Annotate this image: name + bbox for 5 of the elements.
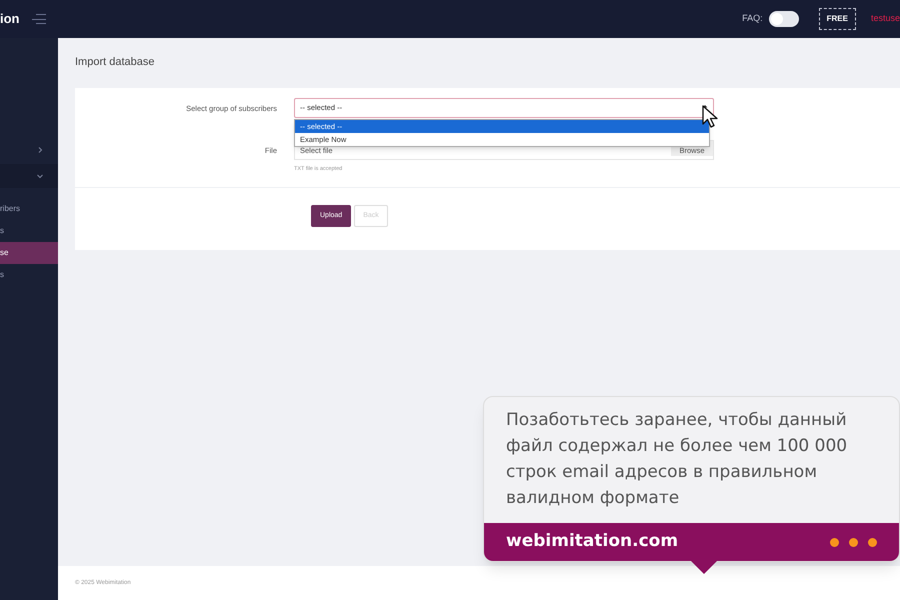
faq-label: FAQ: [742, 12, 763, 26]
page-title: Import database [75, 55, 156, 70]
site-name: webimitation.com [506, 530, 680, 554]
callout-text: Позаботьтесь заранее, чтобы данный файл содержал не более чем 100 000 строк email адресов в правильном валидном формате [505, 409, 848, 510]
plan-badge: FREE [818, 8, 856, 30]
